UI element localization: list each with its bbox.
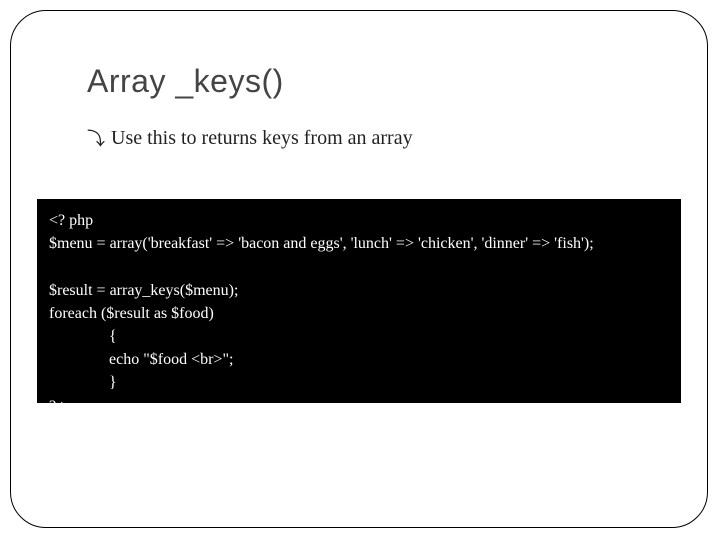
code-line-8: } (49, 374, 117, 391)
subtitle-text: Use this to returns keys from an array (111, 127, 413, 150)
bullet-icon: ⤵ (87, 130, 105, 148)
code-line-4: $result = array_keys($menu); (49, 282, 238, 299)
code-block: <? php $menu = array('breakfast' => 'bac… (37, 199, 681, 403)
code-line-7: echo "$food <br>"; (49, 351, 233, 368)
code-line-9: ? > (49, 398, 69, 404)
slide-frame: Array _keys() ⤵ Use this to returns keys… (10, 10, 708, 528)
code-line-6: { (49, 328, 117, 345)
code-line-2: $menu = array('breakfast' => 'bacon and … (49, 235, 594, 252)
code-line-5: foreach ($result as $food) (49, 305, 214, 322)
code-line-1: <? php (49, 212, 93, 229)
subtitle-row: ⤵ Use this to returns keys from an array (87, 127, 413, 150)
slide-title: Array _keys() (87, 63, 284, 100)
